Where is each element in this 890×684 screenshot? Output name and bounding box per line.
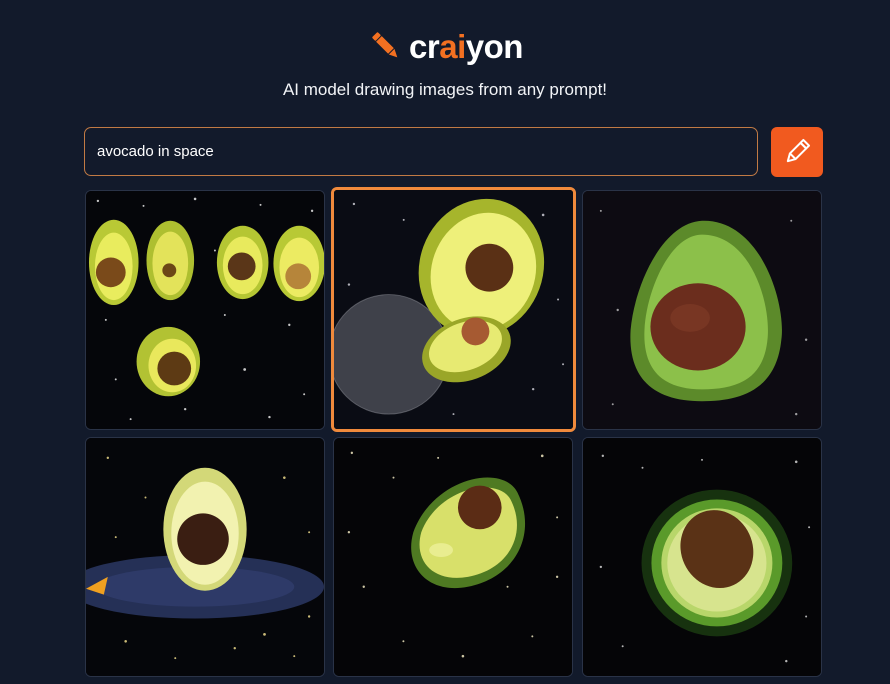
logo-accent: ai <box>439 27 466 65</box>
result-image-2[interactable] <box>331 187 576 432</box>
prompt-input[interactable] <box>84 127 758 176</box>
generated-image <box>334 190 573 429</box>
pencil-icon <box>372 32 398 58</box>
pencil-icon <box>786 138 811 163</box>
result-image-4[interactable] <box>85 437 325 677</box>
generated-image <box>86 438 324 676</box>
result-image-6[interactable] <box>582 437 822 677</box>
generated-image <box>583 191 821 429</box>
logo-suffix: yon <box>465 27 524 65</box>
tagline: AI model drawing images from any prompt! <box>282 80 608 99</box>
logo-prefix: cr <box>409 27 440 65</box>
result-image-1[interactable] <box>85 190 325 430</box>
result-image-3[interactable] <box>582 190 822 430</box>
generated-image <box>583 438 821 676</box>
logo[interactable]: craiyon <box>0 26 890 66</box>
result-image-5[interactable] <box>333 437 573 677</box>
generated-image <box>86 191 324 429</box>
logo-text: craiyon <box>409 30 523 63</box>
generated-image <box>334 438 572 676</box>
draw-button[interactable] <box>771 127 823 177</box>
